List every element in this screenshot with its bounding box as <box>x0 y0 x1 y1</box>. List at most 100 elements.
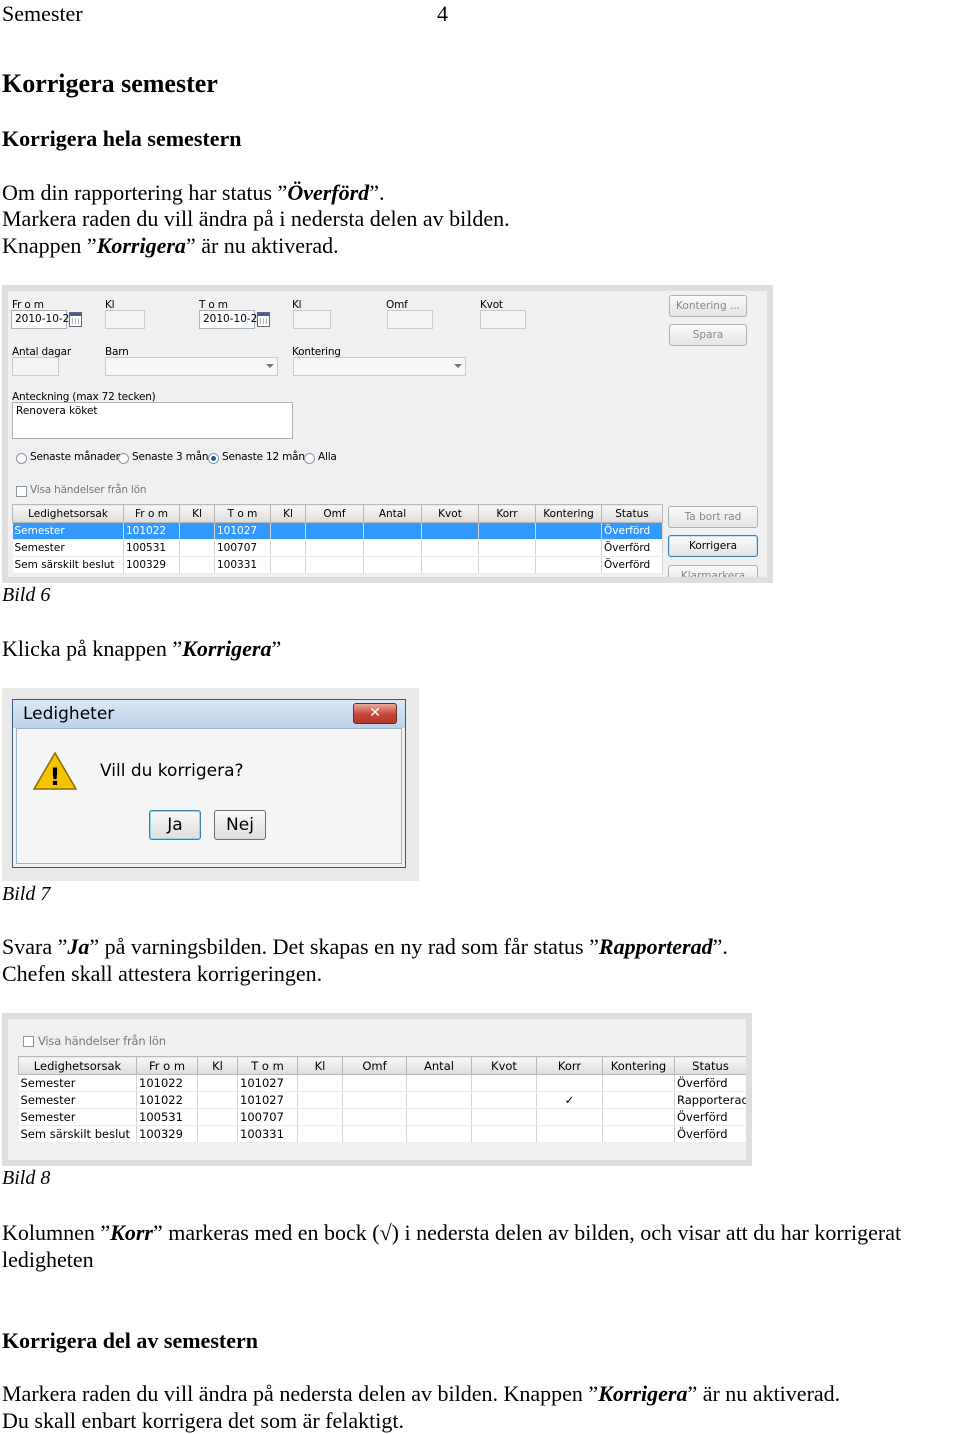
column-header[interactable]: Kl <box>179 504 215 523</box>
column-header[interactable]: Antal <box>363 504 422 523</box>
kontering-dropdown[interactable] <box>293 357 466 376</box>
column-header[interactable]: Fr o m <box>123 504 180 523</box>
close-icon[interactable]: ✕ <box>353 703 397 724</box>
table-cell <box>270 539 306 557</box>
chevron-down-icon <box>266 364 274 368</box>
ledighet-table: Ledighetsorsak Fr o m Kl T o m Kl Omf Antal Kvo… <box>12 504 663 574</box>
korr-checkmark-icon: ✓ <box>536 1091 603 1109</box>
column-header[interactable]: Omf <box>342 1056 407 1075</box>
table-cell: Semester <box>18 1074 137 1092</box>
radio-label: Senaste månaden <box>30 451 123 463</box>
running-header-title: Semester <box>2 1 83 26</box>
column-header[interactable]: Kontering <box>602 1056 675 1075</box>
table-cell <box>305 522 364 540</box>
column-header[interactable]: Kl <box>297 1056 343 1075</box>
screenshot-bild-6: Fr o m 2010-10-22 Kl T o m 2010-10-27 Kl… <box>2 285 773 583</box>
table-cell: 100331 <box>237 1125 298 1143</box>
table-row[interactable]: Semester 101022 101027 ✓ Rapporterad <box>18 1091 746 1109</box>
tom-time-field[interactable] <box>293 310 331 329</box>
final-line-2: Du skall enbart korrigera det som är fel… <box>2 1408 404 1433</box>
column-header[interactable]: Kontering <box>535 504 602 523</box>
table-cell <box>197 1125 238 1143</box>
table-cell <box>602 1108 675 1126</box>
spara-button[interactable]: Spara <box>669 324 747 346</box>
table-row[interactable]: Semester 101022 101027 Överförd <box>18 1074 746 1092</box>
dialog-message: Vill du korrigera? <box>100 761 244 781</box>
ledighet-table-after: Ledighetsorsak Fr o m Kl T o m Kl Omf Antal Kvo… <box>18 1056 746 1143</box>
column-header[interactable]: Status <box>674 1056 746 1075</box>
column-header[interactable]: Status <box>601 504 663 523</box>
column-header[interactable]: Antal <box>406 1056 472 1075</box>
table-cell <box>179 556 215 574</box>
column-header[interactable]: T o m <box>237 1056 298 1075</box>
table-cell: 101027 <box>214 522 271 540</box>
column-header[interactable]: Fr o m <box>136 1056 198 1075</box>
table-cell <box>471 1125 537 1143</box>
table-cell: 101022 <box>123 522 180 540</box>
table-cell <box>270 556 306 574</box>
table-row[interactable]: Sem särskilt beslut 100329 100331 Överförd <box>18 1125 746 1143</box>
table-row[interactable]: Semester 101022 101027 Överförd <box>12 522 663 540</box>
antal-dagar-field[interactable] <box>12 357 59 376</box>
table-cell: Semester <box>18 1091 137 1109</box>
from-time-field[interactable] <box>105 310 145 329</box>
table-cell <box>179 539 215 557</box>
calendar-icon[interactable] <box>69 312 82 327</box>
anteckning-textarea[interactable]: Renovera köket <box>12 402 293 439</box>
column-header[interactable]: Kvot <box>421 504 479 523</box>
radio-label: Senaste 12 mån <box>222 451 305 463</box>
table-cell <box>297 1108 343 1126</box>
kontering-button[interactable]: Kontering ... <box>669 295 747 317</box>
column-header[interactable]: Ledighetsorsak <box>18 1056 137 1075</box>
visa-handelser-checkbox[interactable] <box>23 1036 34 1047</box>
column-header[interactable]: Kvot <box>471 1056 537 1075</box>
column-header[interactable]: Korr <box>536 1056 603 1075</box>
radio-senaste-12-man[interactable] <box>208 453 219 464</box>
tom-date-field[interactable]: 2010-10-27 <box>199 310 264 329</box>
kvot-field[interactable] <box>480 310 526 329</box>
table-cell: 101027 <box>237 1091 298 1109</box>
column-header[interactable]: Kl <box>197 1056 238 1075</box>
answer-line-1: Svara ”Ja” på varningsbilden. Det skapas… <box>2 934 728 959</box>
visa-handelser-checkbox[interactable] <box>16 486 27 497</box>
column-header[interactable]: Omf <box>305 504 364 523</box>
from-date-field[interactable]: 2010-10-22 <box>11 310 76 329</box>
table-row[interactable]: Semester 100531 100707 Överförd <box>12 539 663 557</box>
step-click-korrigera: Klicka på knappen ”Korrigera” <box>2 636 282 661</box>
column-header[interactable]: Kl <box>270 504 306 523</box>
table-cell <box>342 1125 407 1143</box>
table-cell: 100329 <box>123 556 180 574</box>
calendar-icon[interactable] <box>257 312 270 327</box>
final-line-1: Markera raden du vill ändra på nedersta … <box>2 1381 841 1406</box>
table-cell <box>471 1108 537 1126</box>
radio-senaste-3-man[interactable] <box>118 453 129 464</box>
column-header[interactable]: Ledighetsorsak <box>12 504 124 523</box>
column-header[interactable]: T o m <box>214 504 271 523</box>
korrigera-button[interactable]: Korrigera <box>668 535 758 557</box>
table-row[interactable]: Semester 100531 100707 Överförd <box>18 1108 746 1126</box>
radio-label: Senaste 3 mån <box>132 451 209 463</box>
table-cell <box>471 1091 537 1109</box>
table-cell <box>406 1125 472 1143</box>
radio-alla[interactable] <box>304 453 315 464</box>
page-number: 4 <box>437 1 448 26</box>
ja-button[interactable]: Ja <box>149 810 201 840</box>
table-cell <box>478 539 536 557</box>
ta-bort-rad-button[interactable]: Ta bort rad <box>668 506 758 528</box>
radio-senaste-manaden[interactable] <box>16 453 27 464</box>
table-cell <box>305 539 364 557</box>
visa-handelser-label: Visa händelser från lön <box>30 484 147 496</box>
barn-dropdown[interactable] <box>105 357 278 376</box>
nej-button[interactable]: Nej <box>214 810 266 840</box>
omf-field[interactable] <box>387 310 433 329</box>
table-cell <box>363 522 422 540</box>
table-cell <box>421 522 479 540</box>
table-cell: Semester <box>12 539 124 557</box>
klarmarkera-button[interactable]: Klarmarkera <box>668 565 758 577</box>
column-header[interactable]: Korr <box>478 504 536 523</box>
table-cell: Semester <box>12 522 124 540</box>
table-header-row: Ledighetsorsak Fr o m Kl T o m Kl Omf Antal Kvo… <box>18 1056 746 1075</box>
table-row[interactable]: Sem särskilt beslut 100329 100331 Överförd <box>12 556 663 574</box>
table-cell <box>536 1074 603 1092</box>
caption-bild-6: Bild 6 <box>2 584 51 606</box>
